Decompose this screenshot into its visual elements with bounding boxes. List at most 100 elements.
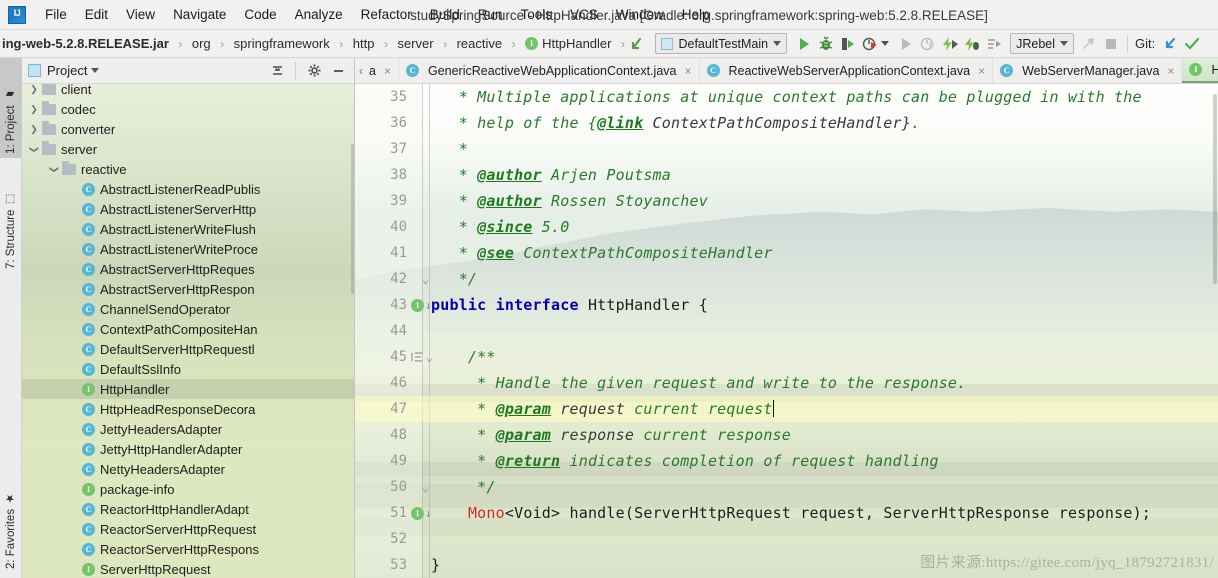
editor-tab-generic-reactive-web-application-context[interactable]: C GenericReactiveWebApplicationContext.j… [399, 58, 700, 83]
tree-item-client[interactable]: ❯ client [22, 84, 354, 99]
collapse-all-icon[interactable] [266, 60, 288, 82]
editor-tab-web-server-manager[interactable]: C WebServerManager.java × [993, 58, 1183, 83]
code-line-37[interactable]: 37 * [355, 136, 1218, 162]
code-line-36[interactable]: 36 * help of the {@link ContextPathCompo… [355, 110, 1218, 136]
jrebel-selector[interactable]: JRebel [1010, 33, 1075, 54]
step-icon[interactable] [983, 33, 1005, 55]
sidebar-item-structure[interactable]: 7: Structure ⬚ [0, 163, 22, 273]
editor-tab-http-handler[interactable]: I Htt [1182, 58, 1218, 83]
back-arrow-icon[interactable] [627, 33, 649, 55]
tree-item-abstractlistenerwriteproce[interactable]: C AbstractListenerWriteProce [22, 239, 354, 259]
close-icon[interactable]: × [1167, 64, 1174, 78]
sidebar-item-project[interactable]: 1: Project ▰ [0, 58, 22, 158]
code-line-38[interactable]: 38 * @author Arjen Poutsma [355, 162, 1218, 188]
breadcrumb-jar[interactable]: ing-web-5.2.8.RELEASE.jar [0, 30, 176, 57]
menu-file[interactable]: File [36, 5, 76, 24]
implemented-by-gutter-icon[interactable]: I ↓ [411, 292, 433, 318]
run-configuration-selector[interactable]: DefaultTestMain [655, 33, 788, 54]
code-line-48[interactable]: 48 * @param response current response [355, 422, 1218, 448]
code-line-39[interactable]: 39 * @author Rossen Stoyanchev [355, 188, 1218, 214]
tree-item-serverhttprequest[interactable]: I ServerHttpRequest [22, 559, 354, 578]
editor-tab-clipped[interactable]: a × [367, 58, 399, 83]
hammer-icon[interactable] [1078, 33, 1100, 55]
tree-item-converter[interactable]: ❯ converter [22, 119, 354, 139]
code-line-44[interactable]: 44 [355, 318, 1218, 344]
tree-item-abstractlistenerserverhttp[interactable]: C AbstractListenerServerHttp [22, 199, 354, 219]
minimize-icon[interactable] [327, 60, 349, 82]
code-line-51[interactable]: 51 I ↓ Mono<Void> handle(ServerHttpRequest… [355, 500, 1218, 526]
editor-tab-reactive-web-server-application-context[interactable]: C ReactiveWebServerApplicationContext.ja… [700, 58, 994, 83]
code-line-45[interactable]: 45 ⌄ /** [355, 344, 1218, 370]
tree-item-nettyheadersadapter[interactable]: C NettyHeadersAdapter [22, 459, 354, 479]
tree-item-httpheadresponsedecora[interactable]: C HttpHeadResponseDecora [22, 399, 354, 419]
code-line-43[interactable]: 43 I ↓ public interface HttpHandler { [355, 292, 1218, 318]
sidebar-item-favorites[interactable]: 2: Favorites ★ [0, 458, 22, 573]
code-line-46[interactable]: 46 * Handle the given request and write … [355, 370, 1218, 396]
menu-run[interactable]: Run [469, 5, 512, 24]
code-line-52[interactable]: 52 [355, 526, 1218, 552]
close-icon[interactable]: × [684, 64, 691, 78]
tree-item-jettyhttphandleradapter[interactable]: C JettyHttpHandlerAdapter [22, 439, 354, 459]
tree-item-httphandler[interactable]: I HttpHandler [22, 379, 354, 399]
menu-build[interactable]: Build [421, 5, 469, 24]
tree-item-abstractlistenerwriteflush[interactable]: C AbstractListenerWriteFlush [22, 219, 354, 239]
chevron-right-icon[interactable]: ❯ [26, 104, 42, 115]
tree-item-reactorserverhttprespons[interactable]: C ReactorServerHttpRespons [22, 539, 354, 559]
menu-edit[interactable]: Edit [76, 5, 117, 24]
tree-item-reactorhttphandleradapt[interactable]: C ReactorHttpHandlerAdapt [22, 499, 354, 519]
tree-item-server[interactable]: ❯ server [22, 139, 354, 159]
code-line-42[interactable]: 42 ⌄ */ [355, 266, 1218, 292]
tree-item-reactorserverhttprequest[interactable]: C ReactorServerHttpRequest [22, 519, 354, 539]
menu-window[interactable]: Window [607, 5, 673, 24]
rerun-icon[interactable] [895, 33, 917, 55]
code-editor[interactable]: 35 * Multiple applications at unique con… [355, 84, 1218, 578]
menu-navigate[interactable]: Navigate [164, 5, 235, 24]
code-line-41[interactable]: 41 * @see ContextPathCompositeHandler [355, 240, 1218, 266]
chevron-right-icon[interactable]: ❯ [26, 124, 42, 135]
update-project-icon[interactable] [1159, 33, 1181, 55]
breadcrumb-reactive[interactable]: reactive [450, 30, 510, 57]
menu-vcs[interactable]: VCS [561, 5, 607, 24]
menu-tools[interactable]: Tools [512, 5, 562, 24]
tree-item-package-info[interactable]: Ipackage-info [22, 479, 354, 499]
project-tree[interactable]: ❯ client ❯ codec ❯ converter ❯ server ❯ reactive C… [22, 84, 354, 578]
fold-end-marker-icon[interactable]: ⌄ [422, 272, 429, 286]
close-icon[interactable]: × [978, 64, 985, 78]
project-scrollbar[interactable] [350, 84, 354, 578]
javadoc-fold-gutter-icon[interactable]: ⌄ [411, 344, 433, 370]
tree-item-abstractserverhttprespon[interactable]: C AbstractServerHttpRespon [22, 279, 354, 299]
chevron-down-icon[interactable]: ❯ [29, 141, 40, 157]
breadcrumb-org[interactable]: org [185, 30, 218, 57]
jrebel-debug-icon[interactable] [961, 33, 983, 55]
fold-end-gutter-icon[interactable]: ⌄ [411, 266, 433, 292]
commit-icon[interactable] [1181, 33, 1203, 55]
breadcrumb-springframework[interactable]: springframework [227, 30, 337, 57]
tree-item-codec[interactable]: ❯ codec [22, 99, 354, 119]
chevron-down-icon[interactable]: ❯ [49, 161, 60, 177]
tree-item-channelsendoperator[interactable]: C ChannelSendOperator [22, 299, 354, 319]
breadcrumb-httphandler[interactable]: I HttpHandler [518, 30, 618, 57]
close-icon[interactable]: × [384, 64, 391, 78]
editor-scrollbar[interactable] [1212, 84, 1218, 578]
tree-item-reactive[interactable]: ❯ reactive [22, 159, 354, 179]
code-line-49[interactable]: 49 * @return indicates completion of req… [355, 448, 1218, 474]
run-icon[interactable] [793, 33, 815, 55]
code-line-50[interactable]: 50 ⌄ */ [355, 474, 1218, 500]
menu-refactor[interactable]: Refactor [352, 5, 421, 24]
menu-view[interactable]: View [117, 5, 164, 24]
run-dropdown-caret-icon[interactable] [881, 41, 890, 46]
editor-scrollbar-thumb[interactable] [1213, 94, 1217, 284]
tree-item-defaultsslinfo[interactable]: C DefaultSslInfo [22, 359, 354, 379]
tree-item-abstractlistenerreadpublis[interactable]: C AbstractListenerReadPublis [22, 179, 354, 199]
attach-profiler-icon[interactable] [917, 33, 939, 55]
tree-item-defaultserverhttprequestl[interactable]: C DefaultServerHttpRequestl [22, 339, 354, 359]
stop-icon[interactable] [1100, 33, 1122, 55]
jrebel-run-icon[interactable] [939, 33, 961, 55]
breadcrumb-http[interactable]: http [346, 30, 382, 57]
breadcrumb-server[interactable]: server [390, 30, 440, 57]
scroll-left-icon[interactable]: ‹ [355, 58, 367, 83]
fold-end-gutter-icon[interactable]: ⌄ [411, 474, 433, 500]
chevron-right-icon[interactable]: ❯ [26, 84, 42, 95]
code-line-35[interactable]: 35 * Multiple applications at unique con… [355, 84, 1218, 110]
chevron-down-icon[interactable] [91, 68, 100, 73]
